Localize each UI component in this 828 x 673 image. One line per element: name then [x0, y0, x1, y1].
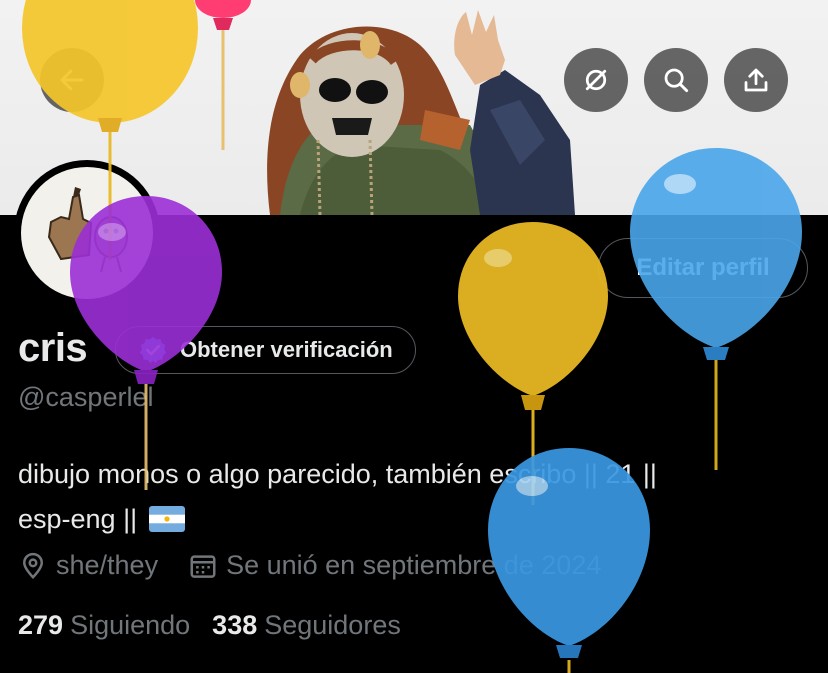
back-button[interactable]	[40, 48, 104, 112]
profile-name: cris	[18, 326, 88, 370]
joined-text: Se unió en septiembre de 2024	[226, 550, 602, 580]
bio-line-1: dibujo monos o algo parecido, también es…	[18, 459, 657, 489]
bio-line-2: esp-eng ||	[18, 497, 808, 542]
profile-handle: @casperlel	[18, 382, 154, 412]
pronouns-item: she/they	[18, 550, 158, 581]
edit-profile-button[interactable]: Editar perfil	[598, 238, 808, 298]
followers-label: Seguidores	[264, 610, 401, 640]
follow-stats: 279 Siguiendo 338 Seguidores	[18, 610, 423, 641]
bio-line-2-text: esp-eng ||	[18, 504, 138, 534]
profile-meta: she/they Se unió en septiembre de 2024	[18, 550, 631, 581]
calendar-icon	[190, 554, 216, 578]
get-verified-button[interactable]: Obtener verificación	[115, 326, 416, 374]
argentina-flag-icon	[148, 506, 185, 532]
eye-slash-circle-icon	[585, 69, 607, 91]
mute-button[interactable]	[564, 48, 628, 112]
following-link[interactable]: 279 Siguiendo	[18, 610, 212, 641]
search-button[interactable]	[644, 48, 708, 112]
following-count: 279	[18, 610, 64, 640]
followers-count: 338	[212, 610, 258, 640]
share-upload-icon	[744, 68, 768, 92]
verified-badge-icon	[139, 336, 167, 364]
profile-bio: dibujo monos o algo parecido, también es…	[18, 452, 808, 542]
location-pin-icon	[22, 552, 44, 579]
share-button[interactable]	[724, 48, 788, 112]
get-verified-label: Obtener verificación	[180, 337, 393, 362]
avatar[interactable]	[14, 160, 160, 306]
joined-item: Se unió en septiembre de 2024	[188, 550, 601, 581]
avatar-image	[21, 167, 153, 299]
profile-page: Editar perfil cris Obtener verificación …	[0, 0, 828, 673]
following-label: Siguiendo	[70, 610, 191, 640]
followers-link[interactable]: 338 Seguidores	[212, 610, 423, 641]
arrow-left-icon	[60, 69, 84, 91]
search-icon	[664, 68, 689, 93]
pronouns-text: she/they	[56, 550, 159, 580]
